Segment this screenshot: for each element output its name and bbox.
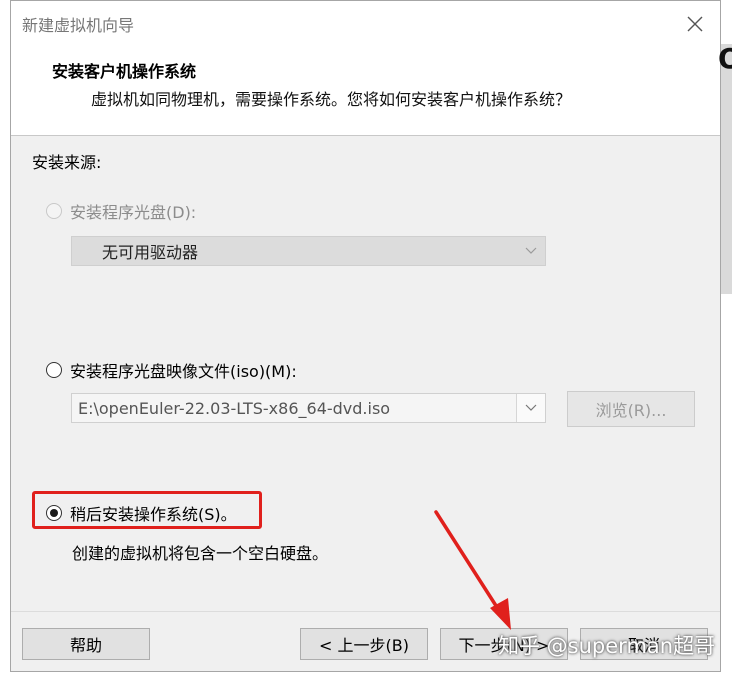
chevron-down-icon bbox=[525, 404, 537, 411]
close-icon bbox=[687, 16, 703, 32]
back-button[interactable]: < 上一步(B) bbox=[300, 628, 428, 660]
chevron-down-icon bbox=[525, 247, 537, 254]
help-button[interactable]: 帮助 bbox=[22, 628, 150, 660]
install-disc-label: 安装程序光盘(D): bbox=[70, 203, 197, 222]
install-iso-option[interactable]: 安装程序光盘映像文件(iso)(M): bbox=[46, 358, 297, 382]
browse-button[interactable]: 浏览(R)... bbox=[567, 391, 695, 427]
install-later-hint: 创建的虚拟机将包含一个空白硬盘。 bbox=[72, 544, 329, 563]
new-vm-wizard-dialog: 新建虚拟机向导 安装客户机操作系统 虚拟机如同物理机，需要操作系统。您将如何安装… bbox=[10, 0, 721, 672]
background-edge-glyph: O bbox=[718, 42, 732, 75]
install-iso-radio[interactable] bbox=[46, 362, 62, 378]
install-later-radio[interactable] bbox=[46, 505, 62, 521]
page-title: 安装客户机操作系统 bbox=[52, 62, 197, 81]
title-bar: 新建虚拟机向导 bbox=[11, 1, 720, 45]
footer-separator bbox=[11, 611, 720, 612]
watermark: 知乎 @superman超哥 bbox=[498, 634, 716, 658]
install-later-option[interactable]: 稍后安装操作系统(S)。 bbox=[46, 501, 237, 525]
window-title: 新建虚拟机向导 bbox=[22, 16, 135, 35]
install-source-label: 安装来源: bbox=[32, 153, 102, 172]
iso-path-dropdown[interactable] bbox=[516, 394, 545, 422]
disc-drive-value: 无可用驱动器 bbox=[102, 243, 199, 262]
install-disc-option[interactable]: 安装程序光盘(D): bbox=[46, 199, 196, 223]
background-scrollbar bbox=[721, 44, 732, 294]
iso-path-value[interactable]: E:\openEuler-22.03-LTS-x86_64-dvd.iso bbox=[72, 399, 516, 418]
install-disc-radio[interactable] bbox=[46, 203, 62, 219]
iso-path-combo[interactable]: E:\openEuler-22.03-LTS-x86_64-dvd.iso bbox=[71, 393, 546, 423]
wizard-header: 安装客户机操作系统 虚拟机如同物理机，需要操作系统。您将如何安装客户机操作系统？ bbox=[11, 45, 720, 136]
install-iso-label: 安装程序光盘映像文件(iso)(M): bbox=[70, 362, 297, 381]
install-later-label: 稍后安装操作系统(S)。 bbox=[70, 505, 237, 524]
page-subtitle: 虚拟机如同物理机，需要操作系统。您将如何安装客户机操作系统？ bbox=[91, 90, 572, 109]
radio-selected-dot bbox=[50, 509, 58, 517]
close-button[interactable] bbox=[680, 9, 710, 39]
disc-drive-dropdown[interactable] bbox=[517, 237, 545, 265]
disc-drive-select[interactable]: 无可用驱动器 bbox=[71, 236, 546, 266]
